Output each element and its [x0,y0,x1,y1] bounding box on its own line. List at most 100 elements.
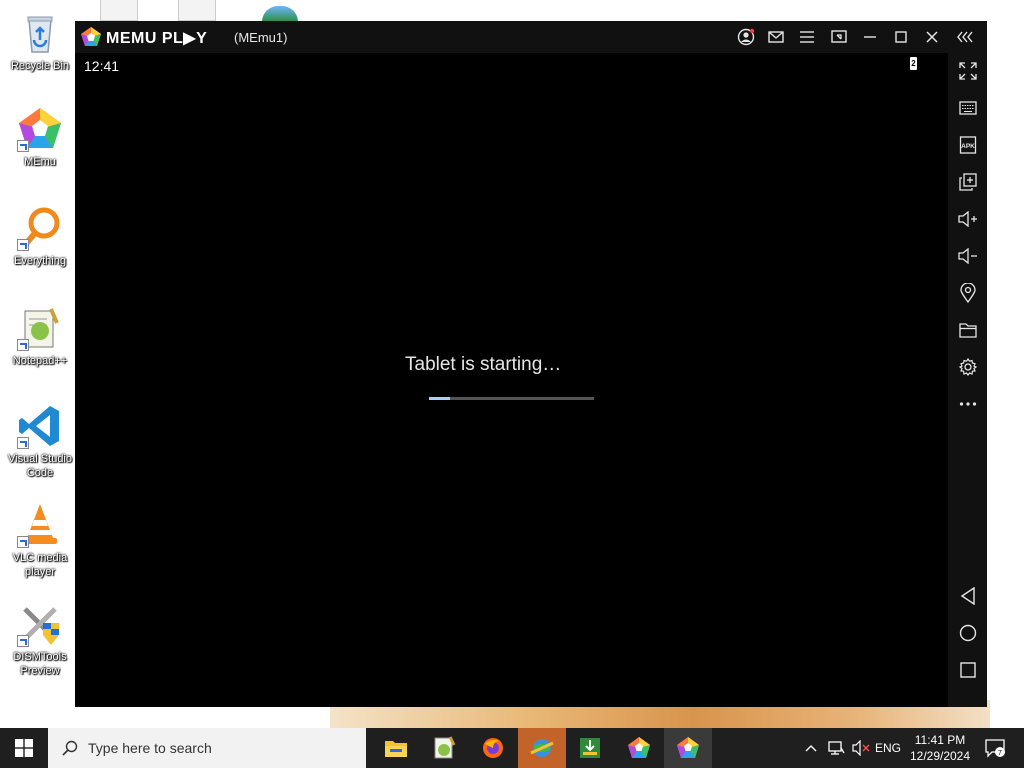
start-button[interactable] [0,728,48,768]
collapse-sidebar-icon [957,31,973,43]
menu-icon [800,31,814,43]
taskbar-app-memu[interactable] [615,728,663,768]
android-home-button[interactable] [956,621,980,645]
screen-cast-button[interactable] [828,27,850,47]
desktop-icon-recycle-bin[interactable]: Recycle Bin [2,10,78,73]
memu-multi-icon [677,737,699,758]
apk-label: APK [961,143,975,150]
desktop-icon-notepad-plus-plus[interactable]: Notepad++ [2,305,78,368]
keyboard-button[interactable] [956,96,980,120]
green-app-icon [580,738,600,758]
location-button[interactable] [956,281,980,305]
clock-date: 12/29/2024 [909,749,971,763]
vscode-icon [17,403,63,449]
desktop-icon-label: Recycle Bin [10,60,70,72]
minimize-button[interactable] [859,27,881,47]
network-icon [828,741,845,755]
desktop-icon-label: VLC media player [12,552,68,578]
taskbar-app-notepad-plus-plus[interactable] [420,728,468,768]
dismtools-icon [17,601,63,647]
desktop-icon-label: MEmu [24,156,56,168]
document-icon[interactable] [100,0,138,21]
desktop-icon-everything[interactable]: Everything [2,205,78,268]
account-icon [737,28,755,46]
back-icon [960,587,975,605]
input-language[interactable]: ENG [873,728,903,768]
android-recents-button[interactable] [956,658,980,682]
memu-icon [628,737,650,758]
volume-up-icon [958,211,977,227]
apk-install-button[interactable]: APK [956,133,980,157]
mail-button[interactable] [765,27,787,47]
keyboard-icon [959,101,977,115]
document-icon[interactable] [178,0,216,21]
multi-window-icon [959,173,977,191]
settings-icon [959,358,977,376]
mail-icon [768,31,784,43]
account-button[interactable] [735,27,757,47]
taskbar-app-memu-multi[interactable] [664,728,712,768]
boot-message: Tablet is starting… [405,354,562,375]
everything-search-icon [17,205,63,251]
taskbar-clock[interactable]: 11:41 PM 12/29/2024 [908,732,972,764]
clock-time: 11:41 PM [914,733,966,747]
desktop-icon-memu[interactable]: MEmu [2,106,78,169]
desktop-icon-vlc[interactable]: VLC media player [2,502,78,579]
search-placeholder: Type here to search [88,740,212,756]
search-icon [62,740,78,756]
instance-name: (MEmu1) [234,30,288,45]
vlc-icon [17,502,63,548]
app-brand: MEMU PL▶Y [106,30,208,47]
firefox-icon [483,738,503,758]
fullscreen-icon [959,62,977,80]
globe-icon[interactable] [262,6,298,22]
notepad-plus-plus-icon [434,736,456,759]
tray-overflow-button[interactable] [800,728,822,768]
home-icon [959,624,977,642]
taskbar-app-firefox[interactable] [469,728,517,768]
close-button[interactable] [921,27,943,47]
fullscreen-button[interactable] [956,59,980,83]
minimize-icon [864,36,876,38]
recents-icon [960,662,976,678]
title-bar[interactable]: MEMU PL▶Y (MEmu1) [75,21,987,53]
taskbar-app-file-explorer[interactable] [372,728,420,768]
more-icon [959,402,977,406]
taskbar-search-box[interactable]: Type here to search [48,728,366,768]
menu-button[interactable] [796,27,818,47]
taskbar-app-network[interactable] [518,728,566,768]
close-icon [926,31,938,43]
settings-button[interactable] [956,355,980,379]
taskbar-app-green[interactable] [566,728,614,768]
desktop-icon-vscode[interactable]: Visual Studio Code [2,403,78,480]
file-explorer-icon [385,741,407,757]
tray-network-button[interactable] [823,728,849,768]
multi-window-button[interactable] [956,170,980,194]
desktop-icon-label: Everything [14,255,66,267]
desktop-icon-label: Visual Studio Code [7,453,72,479]
notepad-plus-plus-icon [17,305,63,351]
android-status-time: 12:41 [84,58,120,74]
boot-progress-fill [429,397,451,400]
collapse-sidebar-button[interactable] [955,27,977,47]
boot-progress-bar [429,397,594,400]
memu-window: MEMU PL▶Y (MEmu1) 12:41 2 Tablet is star… [75,21,987,707]
windows-logo-icon [15,739,33,757]
apk-icon: APK [959,136,977,154]
maximize-icon [895,31,907,43]
chevron-up-icon [805,745,817,752]
notifications-icon: 7 [985,739,1005,758]
maximize-button[interactable] [890,27,912,47]
tray-volume-button[interactable] [849,728,873,768]
volume-down-button[interactable] [956,244,980,268]
volume-up-button[interactable] [956,207,980,231]
folder-button[interactable] [956,318,980,342]
android-back-button[interactable] [956,584,980,608]
volume-muted-icon [852,740,870,756]
desktop-icon-dismtools[interactable]: DISMTools Preview [2,601,78,678]
more-button[interactable] [956,392,980,416]
memu-icon [17,106,63,152]
location-icon [960,283,976,303]
action-center-button[interactable]: 7 [980,728,1010,768]
emulator-sidebar: APK [948,53,987,707]
